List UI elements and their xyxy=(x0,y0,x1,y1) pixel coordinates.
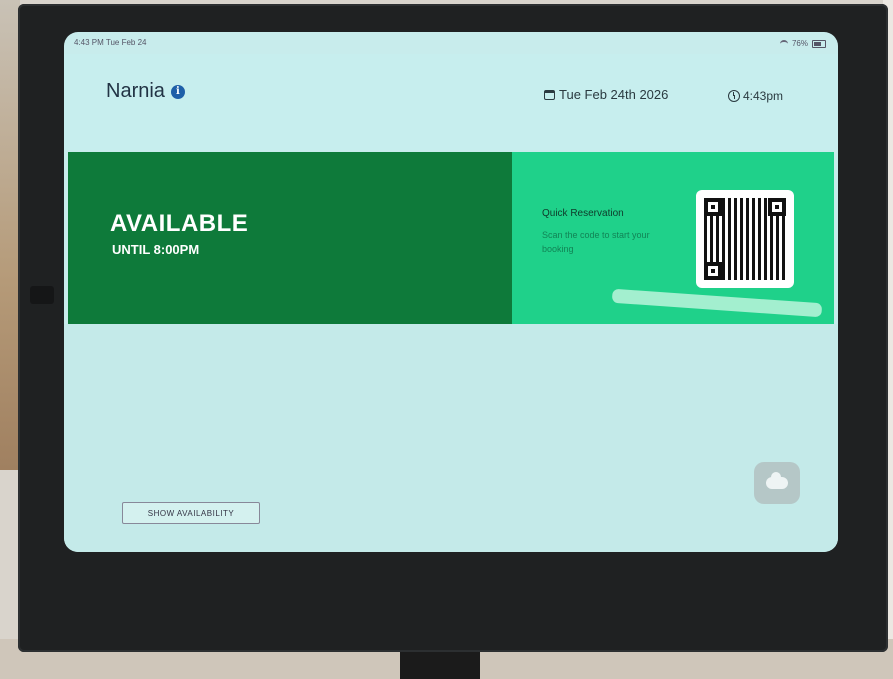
show-availability-button[interactable]: SHOW AVAILABILITY xyxy=(122,502,260,524)
room-title: Narnia i xyxy=(106,80,185,103)
header-date: Tue Feb 24th 2026 xyxy=(544,87,668,102)
battery-level: 76% xyxy=(791,39,808,48)
quick-reservation-panel: Quick Reservation Scan the code to start… xyxy=(512,152,834,324)
qr-finder-top-right xyxy=(768,198,786,216)
info-icon[interactable]: i xyxy=(170,84,185,99)
qr-code[interactable] xyxy=(696,190,794,288)
bezel-notch xyxy=(30,286,54,304)
qr-finder-top-left xyxy=(704,198,722,216)
date-text: Tue Feb 24th 2026 xyxy=(559,87,669,102)
wifi-icon xyxy=(779,39,788,48)
battery-icon xyxy=(812,39,826,48)
status-indicators: 76% xyxy=(779,39,826,48)
availability-until: UNTIL 8:00PM xyxy=(112,242,200,257)
clock-icon xyxy=(728,90,740,102)
tablet-stand xyxy=(400,649,480,679)
assistive-touch-button[interactable] xyxy=(754,462,800,504)
calendar-icon xyxy=(544,89,555,100)
cloud-icon xyxy=(766,472,788,489)
header-time: 4:43pm xyxy=(728,89,783,103)
availability-status: AVAILABLE xyxy=(110,210,249,237)
quick-reservation-title: Quick Reservation xyxy=(542,208,624,219)
tablet-screen: 4:43 PM Tue Feb 24 76% Narnia i Tue Feb … xyxy=(64,32,838,552)
background-shelf xyxy=(0,0,20,470)
content-area: SHOW AVAILABILITY xyxy=(64,324,838,552)
status-bar: 4:43 PM Tue Feb 24 76% xyxy=(64,32,838,54)
screen-glare xyxy=(611,288,823,318)
time-text: 4:43pm xyxy=(743,89,784,103)
availability-panel: AVAILABLE UNTIL 8:00PM xyxy=(68,152,512,324)
qr-finder-bottom-left xyxy=(704,262,722,280)
quick-reservation-subtitle: Scan the code to start your booking xyxy=(542,230,650,254)
room-name-text: Narnia xyxy=(106,80,165,102)
status-time-date: 4:43 PM Tue Feb 24 xyxy=(74,38,147,47)
